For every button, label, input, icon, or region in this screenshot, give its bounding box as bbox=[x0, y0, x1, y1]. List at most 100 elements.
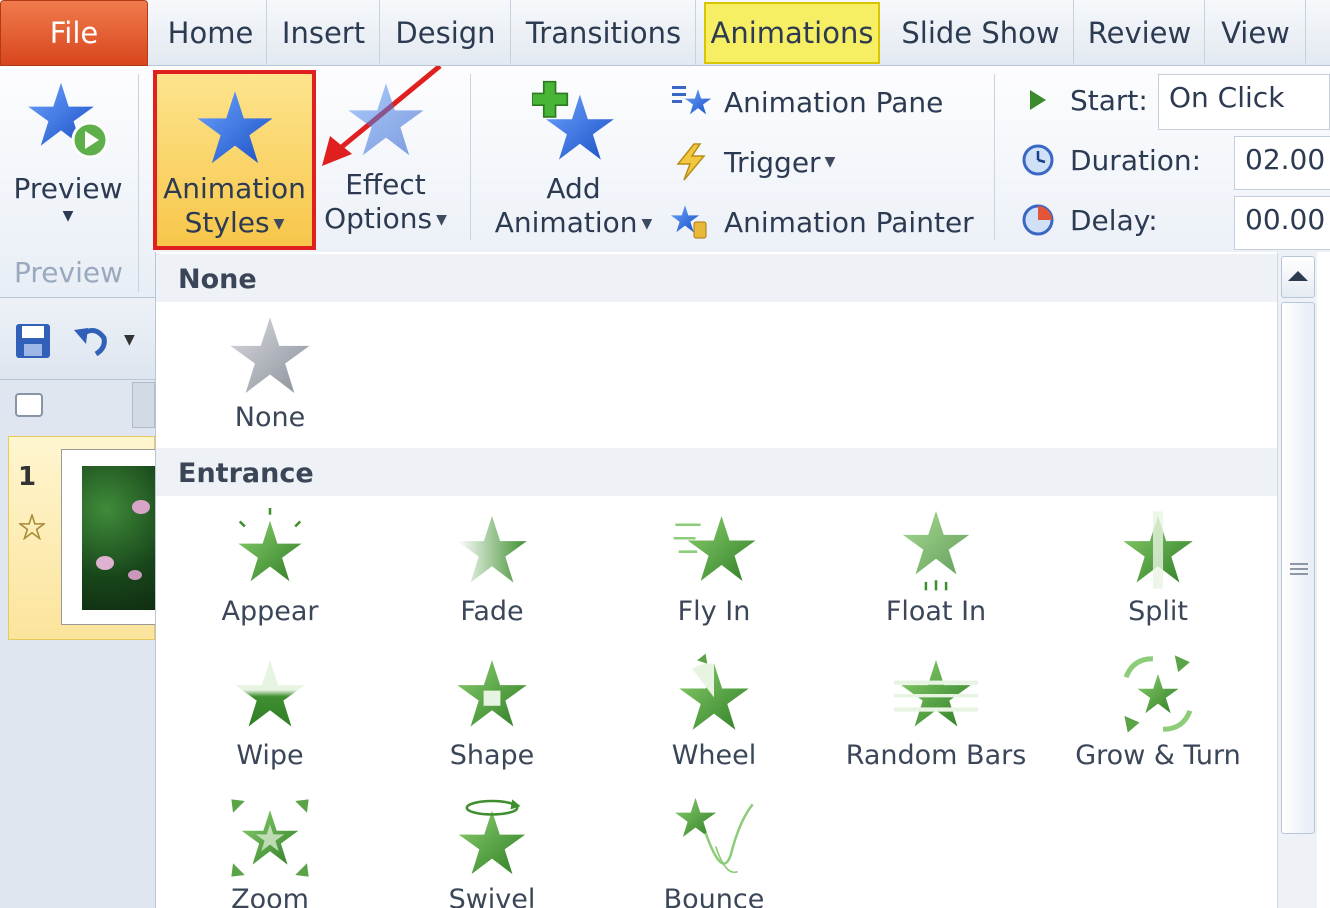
undo-icon[interactable] bbox=[72, 322, 112, 360]
slide-image bbox=[82, 466, 162, 610]
gallery-item-split[interactable]: Split bbox=[1058, 508, 1258, 627]
caret-up-icon bbox=[1288, 271, 1308, 281]
tab-view[interactable]: View bbox=[1206, 0, 1306, 66]
gallery-item-label: Float In bbox=[885, 596, 987, 627]
effect-star-icon bbox=[347, 83, 424, 156]
animation-styles-button[interactable]: Animation Styles ▼ bbox=[153, 70, 316, 250]
zoom-star-icon bbox=[231, 799, 309, 877]
slides-tab-icon[interactable] bbox=[14, 392, 44, 418]
divider bbox=[470, 74, 471, 240]
slides-panel: ▼ bbox=[0, 298, 162, 908]
chevron-down-icon: ▼ bbox=[824, 154, 836, 170]
gallery-item-label: Fly In bbox=[677, 596, 751, 627]
gallery-item-wipe[interactable]: Wipe bbox=[170, 652, 370, 771]
save-icon[interactable] bbox=[14, 322, 52, 360]
add-animation-button[interactable]: Add Animation ▼ bbox=[486, 80, 661, 241]
fade-star-icon bbox=[457, 515, 527, 583]
quick-access-toolbar: ▼ bbox=[0, 298, 155, 380]
start-label: Start: bbox=[1070, 83, 1148, 117]
delay-input[interactable]: 00.00 bbox=[1234, 196, 1330, 250]
tab-slide-show[interactable]: Slide Show bbox=[888, 0, 1074, 66]
play-icon bbox=[1030, 90, 1046, 110]
delay-row: Delay: bbox=[1020, 202, 1158, 238]
ribbon-tabs: File Home Insert Design Transitions Anim… bbox=[0, 0, 1330, 66]
gallery-item-shape[interactable]: Shape bbox=[392, 652, 592, 771]
swivel-star-icon bbox=[458, 799, 526, 875]
star-icon bbox=[196, 91, 273, 164]
gallery-item-float-in[interactable]: Float In bbox=[836, 508, 1036, 627]
gallery-item-none[interactable]: None bbox=[170, 314, 370, 433]
lightning-icon bbox=[676, 143, 706, 181]
chevron-down-icon: ▼ bbox=[62, 208, 74, 224]
gallery-item-wheel[interactable]: Wheel bbox=[614, 652, 814, 771]
gallery-item-label: Swivel bbox=[448, 884, 536, 908]
slide-number: 1 bbox=[18, 462, 37, 492]
gallery-item-fade[interactable]: Fade bbox=[392, 508, 592, 627]
gallery-item-label: Random Bars bbox=[845, 740, 1027, 771]
tab-design[interactable]: Design bbox=[381, 0, 511, 66]
tab-transitions[interactable]: Transitions bbox=[512, 0, 696, 66]
divider bbox=[994, 74, 995, 240]
gallery-item-label: Split bbox=[1128, 596, 1188, 627]
gallery-item-swivel[interactable]: Swivel bbox=[392, 796, 592, 908]
gallery-item-zoom[interactable]: Zoom bbox=[170, 796, 370, 908]
start-select[interactable]: On Click bbox=[1158, 74, 1330, 130]
gallery-item-grow-and-turn[interactable]: Grow & Turn bbox=[1058, 652, 1258, 771]
fly-in-star-icon bbox=[673, 515, 756, 581]
effect-options-label-2: Options bbox=[324, 202, 433, 235]
section-header-entrance: Entrance bbox=[156, 448, 1278, 496]
animation-pane-button[interactable]: Animation Pane bbox=[670, 82, 943, 122]
chevron-down-icon: ▼ bbox=[273, 216, 285, 232]
animation-pane-icon bbox=[672, 86, 712, 115]
animation-painter-label: Animation Painter bbox=[724, 205, 974, 239]
duration-label: Duration: bbox=[1070, 143, 1202, 177]
animation-painter-button[interactable]: Animation Painter bbox=[670, 202, 974, 242]
effect-options-button[interactable]: Effect Options ▼ bbox=[318, 80, 453, 237]
trigger-label: Trigger bbox=[724, 145, 821, 179]
grip-icon bbox=[1290, 563, 1308, 575]
effect-options-label-1: Effect bbox=[345, 168, 426, 201]
animation-pane-label: Animation Pane bbox=[724, 85, 944, 119]
preview-icon bbox=[28, 82, 109, 159]
tab-insert[interactable]: Insert bbox=[268, 0, 380, 66]
animation-styles-label-1: Animation bbox=[163, 172, 306, 205]
outline-tab[interactable] bbox=[132, 382, 155, 428]
shape-star-icon bbox=[457, 659, 527, 727]
gallery-item-label: None bbox=[234, 402, 306, 433]
delay-label: Delay: bbox=[1070, 203, 1158, 237]
scroll-thumb[interactable] bbox=[1281, 302, 1315, 834]
gallery-item-random-bars[interactable]: Random Bars bbox=[836, 652, 1036, 771]
chevron-down-icon[interactable]: ▼ bbox=[124, 332, 135, 348]
gallery-item-label: Bounce bbox=[663, 884, 765, 908]
gallery-item-label: Shape bbox=[449, 740, 535, 771]
grow-turn-star-icon bbox=[1123, 655, 1193, 733]
add-animation-icon bbox=[530, 80, 614, 160]
slide-thumbnail bbox=[61, 449, 162, 625]
start-row: Start: bbox=[1020, 82, 1148, 118]
gallery-item-bounce[interactable]: Bounce bbox=[614, 796, 814, 908]
divider bbox=[138, 74, 139, 292]
tab-file[interactable]: File bbox=[0, 0, 148, 66]
chevron-down-icon: ▼ bbox=[641, 216, 653, 232]
gallery-scrollbar[interactable] bbox=[1277, 252, 1317, 908]
gallery-item-fly-in[interactable]: Fly In bbox=[614, 508, 814, 627]
random-bars-star-icon bbox=[894, 659, 978, 727]
duration-input[interactable]: 02.00 bbox=[1234, 136, 1330, 190]
animation-star-icon bbox=[19, 514, 45, 540]
tab-animations[interactable]: Animations bbox=[704, 2, 880, 64]
add-animation-label-1: Add bbox=[546, 172, 601, 205]
tab-review[interactable]: Review bbox=[1075, 0, 1205, 66]
gallery-item-appear[interactable]: Appear bbox=[170, 508, 370, 627]
trigger-button[interactable]: Trigger ▼ bbox=[670, 142, 835, 182]
none-star-icon bbox=[230, 317, 310, 393]
gallery-item-label: Appear bbox=[221, 596, 319, 627]
animation-styles-gallery: None None Entrance Appear Fade Fly In Fl… bbox=[155, 252, 1278, 908]
gallery-item-label: Fade bbox=[460, 596, 524, 627]
wheel-star-icon bbox=[679, 653, 749, 730]
scroll-up-button[interactable] bbox=[1281, 256, 1315, 298]
preview-label: Preview bbox=[13, 172, 123, 205]
chevron-down-icon: ▼ bbox=[436, 212, 447, 228]
clock-icon bbox=[1022, 144, 1054, 176]
tab-home[interactable]: Home bbox=[155, 0, 267, 66]
preview-button[interactable]: Preview ▼ bbox=[8, 80, 128, 226]
